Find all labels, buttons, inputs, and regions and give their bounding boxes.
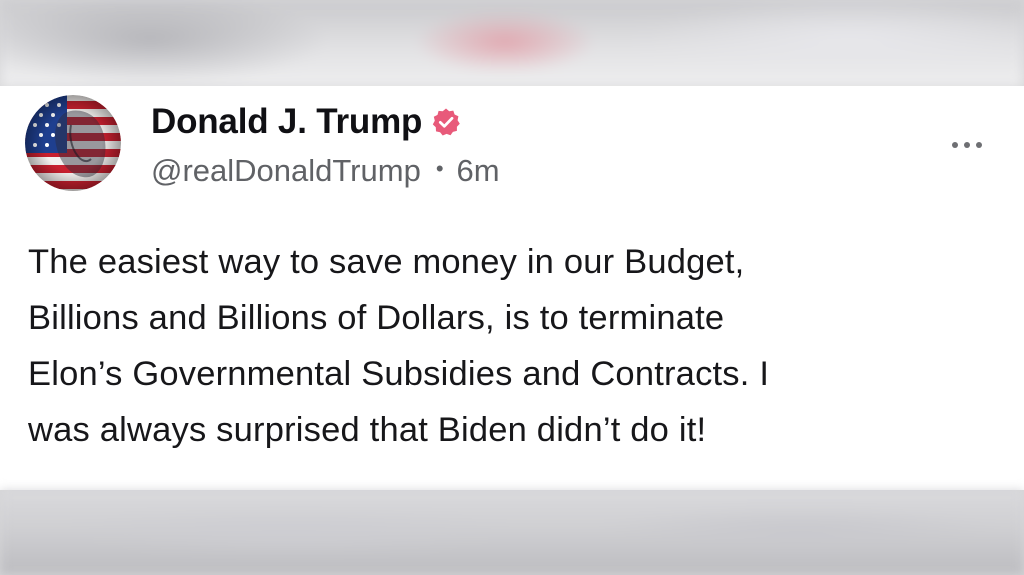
post-text-line: The easiest way to save money in our Bud… bbox=[28, 243, 745, 281]
separator-dot: • bbox=[435, 156, 444, 181]
post-text-line: Elon’s Governmental Subsidies and Contra… bbox=[28, 355, 770, 393]
blurred-background-top bbox=[0, 0, 1024, 88]
more-options-icon[interactable] bbox=[944, 138, 990, 152]
author-name-row: Donald J. Trump bbox=[151, 100, 461, 144]
blurred-background-bottom bbox=[0, 490, 1024, 575]
post-text-line: was always surprised that Biden didn’t d… bbox=[28, 411, 707, 449]
more-dot-3 bbox=[976, 142, 982, 148]
author-handle-row: @realDonaldTrump • 6m bbox=[151, 152, 500, 190]
post-text-line: Billions and Billions of Dollars, is to … bbox=[28, 299, 725, 337]
author-avatar[interactable] bbox=[25, 95, 121, 191]
post-body-text: The easiest way to save money in our Bud… bbox=[28, 234, 1008, 458]
more-dot-1 bbox=[952, 142, 958, 148]
post-timestamp[interactable]: 6m bbox=[457, 153, 500, 189]
author-handle[interactable]: @realDonaldTrump bbox=[151, 153, 421, 189]
author-display-name[interactable]: Donald J. Trump bbox=[151, 102, 422, 142]
more-dot-2 bbox=[964, 142, 970, 148]
post-card: Donald J. Trump @realDonaldTrump • 6m Th… bbox=[0, 86, 1024, 490]
verified-badge-icon bbox=[431, 107, 461, 137]
